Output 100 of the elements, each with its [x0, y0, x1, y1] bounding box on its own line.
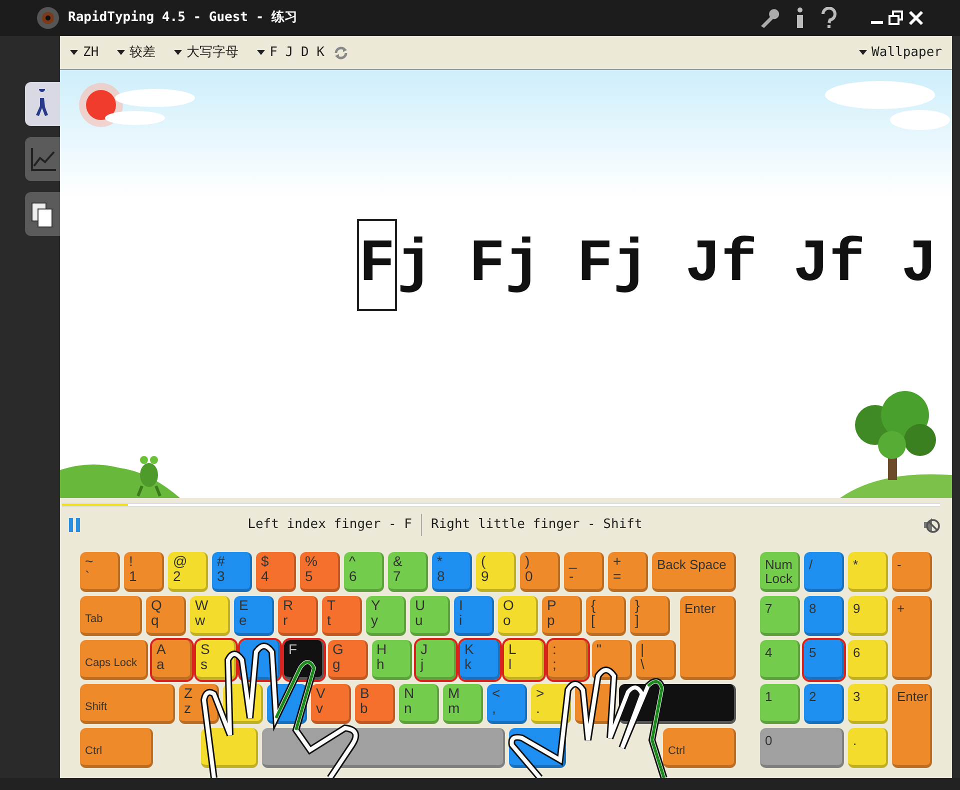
key-label: 3 — [853, 690, 862, 704]
key-label: s — [200, 657, 208, 672]
key-label: [ — [591, 613, 595, 628]
key-label: Z — [184, 686, 194, 701]
key-label: 4 — [765, 646, 774, 660]
dropdown[interactable]: 较差 — [116, 42, 156, 62]
key-label: ( — [481, 554, 487, 569]
dropdown[interactable]: F J D K — [256, 42, 324, 62]
key-label: Caps Lock — [85, 656, 138, 671]
key-label: v — [316, 701, 324, 716]
key-label: . — [536, 701, 541, 716]
key-label: 6 — [349, 569, 358, 584]
caret-icon — [70, 50, 78, 55]
key-label: ^ — [349, 554, 357, 569]
key-label: ) — [525, 554, 531, 569]
key-label: O — [503, 598, 515, 613]
key-label: n — [404, 701, 413, 716]
key-label: m — [448, 701, 461, 716]
key-label: E — [239, 598, 250, 613]
key-label: 6 — [853, 646, 862, 660]
key-label: Shift — [85, 700, 108, 715]
key-label: u — [415, 613, 424, 628]
key-label: t — [327, 613, 332, 628]
key-label: 0 — [525, 569, 534, 584]
lesson-text: j Fj Fj Jf Jf J — [397, 235, 938, 295]
key-label: I — [459, 598, 464, 613]
key-label: 2 — [173, 569, 182, 584]
dropdown[interactable]: 大写字母 — [174, 42, 239, 62]
key-label: K — [464, 642, 475, 657]
key-label: / — [809, 558, 814, 572]
key-label: . — [853, 734, 858, 748]
key-label: Ctrl — [85, 744, 104, 759]
key-label: Tab — [85, 612, 104, 627]
key-label: S — [200, 642, 211, 657]
key-label: q — [151, 613, 159, 628]
sidebar-tab[interactable] — [25, 82, 60, 126]
key-label: a — [156, 657, 166, 672]
info-icon[interactable] — [794, 7, 806, 29]
key-label: < — [492, 686, 502, 701]
key-label: i — [459, 613, 464, 628]
key-label: J — [420, 642, 428, 657]
dropdown[interactable]: ZH — [70, 42, 99, 62]
caret-icon — [116, 50, 125, 55]
mute-icon[interactable] — [922, 516, 940, 534]
key-label: H — [376, 642, 388, 657]
key-label: @ — [173, 554, 188, 569]
key-label: k — [464, 657, 472, 672]
key-label: # — [217, 554, 226, 569]
finger-hint: Right little finger - Shift — [431, 516, 642, 534]
eye-logo-icon — [36, 6, 60, 30]
key-label: h — [376, 657, 386, 672]
key-label: + — [897, 602, 906, 616]
window-title: RapidTyping 4.5 - Guest - 练习 — [68, 9, 298, 28]
key-label: 1 — [129, 569, 138, 584]
key-label: , — [492, 701, 497, 716]
key-label: p — [547, 613, 556, 628]
key-label: 9 — [853, 602, 862, 616]
key-label: U — [415, 598, 426, 613]
key-label: w — [195, 613, 206, 628]
key-label: ` — [85, 569, 91, 584]
key-label: - — [569, 569, 574, 584]
key-label: 0 — [765, 734, 774, 748]
key-label: 3 — [217, 569, 226, 584]
key-label: Ctrl — [668, 744, 686, 759]
key-label: 7 — [765, 602, 774, 616]
key-label: 2 — [809, 690, 818, 704]
key-label: 5 — [809, 646, 818, 660]
key-label: 8 — [809, 602, 818, 616]
key-label: e — [239, 613, 248, 628]
key-label: z — [184, 701, 192, 716]
refresh-icon[interactable] — [334, 46, 348, 60]
caret-icon — [174, 50, 182, 55]
key-label: Back Space — [657, 558, 728, 572]
key-label: P — [547, 598, 558, 613]
key-label: & — [393, 554, 404, 569]
key-label: * — [437, 554, 444, 569]
frog-drawing — [136, 456, 162, 498]
key-label: Q — [151, 598, 163, 613]
sidebar-tab[interactable] — [25, 192, 60, 236]
key-label: 4 — [261, 569, 270, 584]
restore-icon[interactable] — [888, 10, 904, 26]
key-label: T — [327, 598, 337, 613]
key-label: ~ — [85, 554, 94, 569]
key-label: { — [591, 598, 597, 613]
help-icon[interactable] — [820, 7, 838, 29]
key-label: * — [853, 558, 860, 572]
key-label: G — [332, 642, 344, 657]
key-label: Enter — [684, 602, 717, 616]
key-label: 5 — [305, 569, 314, 584]
key-label: \ — [640, 657, 646, 672]
key-label: L — [508, 642, 518, 657]
finger-hint: Left index finger - F — [246, 516, 412, 534]
key-label: Num Lock — [765, 558, 793, 586]
close-icon[interactable] — [908, 10, 924, 26]
dropdown[interactable]: Wallpaper — [858, 42, 942, 62]
key-label: % — [305, 554, 318, 569]
key-label: 1 — [765, 690, 774, 704]
pause-icon[interactable] — [68, 517, 82, 533]
key-label: M — [448, 686, 461, 701]
caret-icon — [858, 50, 867, 55]
